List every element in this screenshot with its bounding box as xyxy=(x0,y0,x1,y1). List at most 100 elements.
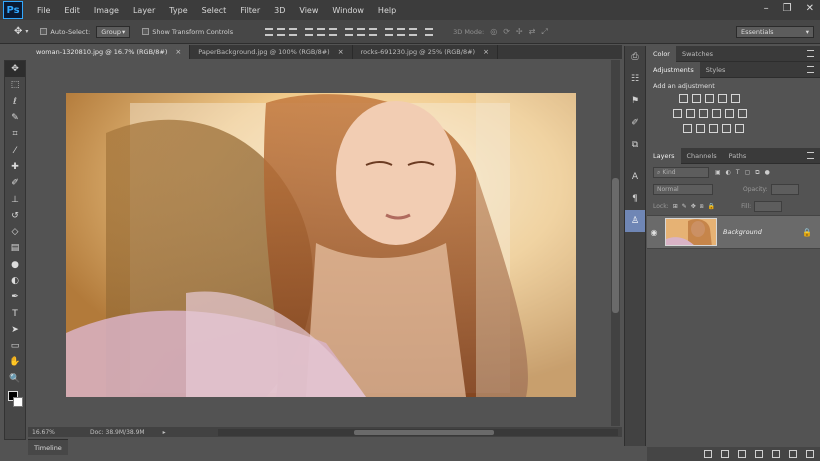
tool-presets-icon[interactable]: ⧉ xyxy=(625,134,645,156)
move-tool-icon[interactable]: ✥ xyxy=(5,61,25,78)
color-swatches[interactable] xyxy=(5,389,25,415)
zoom-icon[interactable]: 🔍 xyxy=(5,371,25,387)
gradient-map-icon[interactable] xyxy=(722,124,731,133)
quick-select-icon[interactable]: ✎ xyxy=(5,110,25,126)
filter-shape-icon[interactable]: ▢ xyxy=(745,169,751,176)
path-select-icon[interactable]: ➤ xyxy=(5,322,25,338)
blend-mode-dropdown[interactable]: Normal xyxy=(653,184,713,195)
align-left-icon[interactable] xyxy=(305,27,314,36)
timeline-tab[interactable]: Timeline xyxy=(28,439,68,455)
hand-icon[interactable]: ✋ xyxy=(5,354,25,370)
lock-image-icon[interactable]: ✎ xyxy=(682,203,687,210)
close-icon[interactable]: × xyxy=(483,48,489,56)
tab-rocks[interactable]: rocks-691230.jpg @ 25% (RGB/8#) × xyxy=(353,45,498,59)
invert-icon[interactable] xyxy=(683,124,692,133)
color-lookup-icon[interactable] xyxy=(738,109,747,118)
eraser-icon[interactable]: ◇ xyxy=(5,224,25,240)
scale-3d-icon[interactable]: ⤢ xyxy=(541,27,547,37)
distribute-left-icon[interactable] xyxy=(385,27,394,36)
tab-paths[interactable]: Paths xyxy=(723,148,753,164)
dodge-icon[interactable]: ◐ xyxy=(5,273,25,289)
layer-row-background[interactable]: ◉ Background 🔒 xyxy=(647,215,820,249)
zoom-level[interactable]: 16.67% xyxy=(32,429,76,436)
curves-icon[interactable] xyxy=(705,94,714,103)
selective-color-icon[interactable] xyxy=(735,124,744,133)
menu-help[interactable]: Help xyxy=(378,6,396,15)
photo-filter-icon[interactable] xyxy=(712,109,721,118)
roll-3d-icon[interactable]: ⟳ xyxy=(503,27,510,37)
threshold-icon[interactable] xyxy=(709,124,718,133)
distribute-center-icon[interactable] xyxy=(397,27,406,36)
distribute-right-icon[interactable] xyxy=(409,27,418,36)
tab-woman[interactable]: woman-1320810.jpg @ 16.7% (RGB/8#) × xyxy=(28,45,191,59)
auto-align-icon[interactable] xyxy=(425,27,434,36)
close-icon[interactable]: × xyxy=(338,48,344,56)
stamp-icon[interactable]: ⊥ xyxy=(5,191,25,207)
align-top-icon[interactable] xyxy=(265,27,274,36)
fill-field[interactable] xyxy=(754,201,783,212)
menu-3d[interactable]: 3D xyxy=(274,6,285,15)
menu-select[interactable]: Select xyxy=(202,6,227,15)
menu-image[interactable]: Image xyxy=(94,6,119,15)
black-white-icon[interactable] xyxy=(699,109,708,118)
lock-transparent-icon[interactable]: ⊞ xyxy=(673,203,678,210)
auto-select-checkbox[interactable] xyxy=(40,28,48,35)
tab-color[interactable]: Color xyxy=(647,45,676,62)
close-icon[interactable]: × xyxy=(175,48,181,56)
vertical-scrollbar-thumb[interactable] xyxy=(612,178,619,313)
show-transform-checkbox[interactable] xyxy=(142,28,150,35)
horizontal-scrollbar-thumb[interactable] xyxy=(354,429,494,435)
align-bottom-icon[interactable] xyxy=(289,27,298,36)
levels-icon[interactable] xyxy=(692,94,701,103)
crop-icon[interactable]: ⌗ xyxy=(5,126,25,142)
paragraph-panel-icon[interactable]: ¶ xyxy=(625,188,645,210)
filter-smart-icon[interactable]: ⧉ xyxy=(755,169,759,177)
close-icon[interactable]: ✕ xyxy=(806,3,814,14)
panel-menu-icon[interactable] xyxy=(807,50,814,57)
marquee-icon[interactable]: ⬚ xyxy=(5,77,25,93)
gradient-icon[interactable]: ▤ xyxy=(5,240,25,256)
tab-adjustments[interactable]: Adjustments xyxy=(647,61,700,78)
lock-all-icon[interactable]: 🔒 xyxy=(708,203,715,210)
kind-filter-dropdown[interactable]: ⌕ Kind xyxy=(653,167,709,178)
align-middle-icon[interactable] xyxy=(277,27,286,36)
channel-mixer-icon[interactable] xyxy=(725,109,734,118)
menu-view[interactable]: View xyxy=(299,6,318,15)
distribute-middle-icon[interactable] xyxy=(357,27,366,36)
shape-icon[interactable]: ▭ xyxy=(5,338,25,354)
history-brush-icon[interactable]: ↺ xyxy=(5,208,25,224)
status-menu-icon[interactable]: ▸ xyxy=(163,429,166,436)
brightness-icon[interactable] xyxy=(679,94,688,103)
menu-layer[interactable]: Layer xyxy=(133,6,155,15)
new-layer-icon[interactable] xyxy=(789,450,797,458)
color-balance-icon[interactable] xyxy=(686,109,695,118)
tab-swatches[interactable]: Swatches xyxy=(676,46,719,62)
history-panel-icon[interactable]: ⎙ xyxy=(625,46,645,68)
pan-3d-icon[interactable]: ✢ xyxy=(516,27,523,37)
hue-saturation-icon[interactable] xyxy=(673,109,682,118)
auto-select-dropdown[interactable]: Group ▾ xyxy=(96,25,131,38)
menu-window[interactable]: Window xyxy=(332,6,364,15)
menu-type[interactable]: Type xyxy=(169,6,187,15)
restore-icon[interactable]: ❐ xyxy=(783,3,792,14)
tab-channels[interactable]: Channels xyxy=(681,148,723,164)
glyphs-panel-icon[interactable]: ♙ xyxy=(625,210,645,232)
workspace-dropdown[interactable]: Essentials ▾ xyxy=(736,25,814,38)
layer-name[interactable]: Background xyxy=(723,228,762,236)
trash-icon[interactable] xyxy=(806,450,814,458)
vibrance-icon[interactable] xyxy=(731,94,740,103)
new-group-icon[interactable] xyxy=(772,450,780,458)
panel-menu-icon[interactable] xyxy=(807,66,814,73)
visibility-eye-icon[interactable]: ◉ xyxy=(647,228,661,237)
lock-artboard-icon[interactable]: ⧈ xyxy=(700,203,704,211)
fx-icon[interactable] xyxy=(721,450,729,458)
healing-icon[interactable]: ✚ xyxy=(5,159,25,175)
actions-panel-icon[interactable]: ⚑ xyxy=(625,90,645,112)
character-panel-icon[interactable]: A xyxy=(625,166,645,188)
tab-layers[interactable]: Layers xyxy=(647,147,681,164)
brush-panel-icon[interactable]: ✐ xyxy=(625,112,645,134)
slide-3d-icon[interactable]: ⇄ xyxy=(529,27,536,37)
minimize-icon[interactable]: – xyxy=(764,3,769,14)
menu-file[interactable]: File xyxy=(37,6,50,15)
properties-panel-icon[interactable]: ☷ xyxy=(625,68,645,90)
